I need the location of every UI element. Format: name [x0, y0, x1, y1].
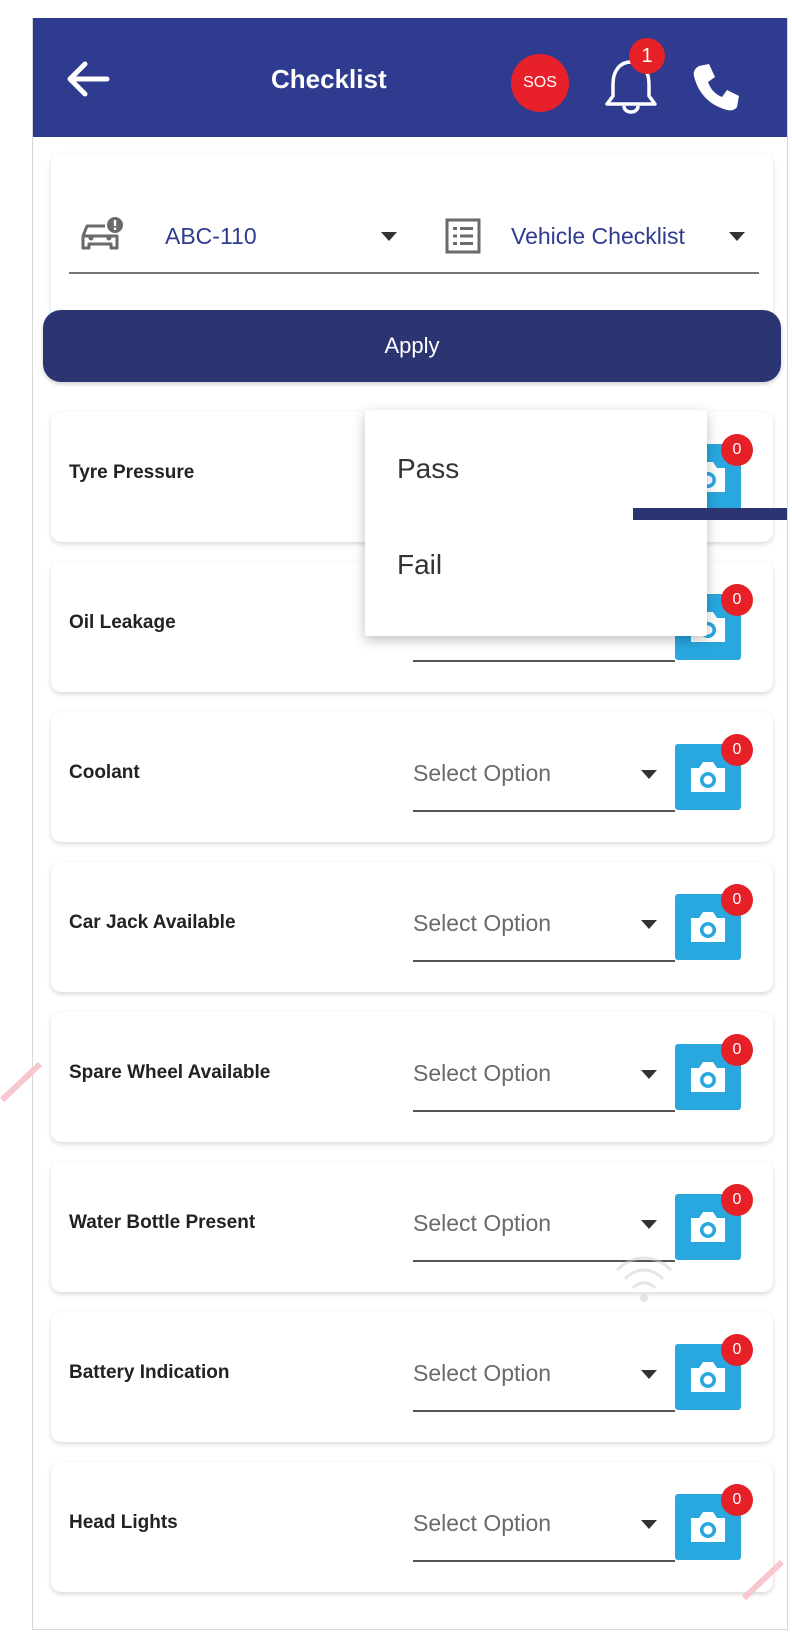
- checklist-row-spare-wheel: Spare Wheel Available Select Option 0: [51, 1012, 773, 1142]
- checklist-row-head-lights: Head Lights Select Option 0: [51, 1462, 773, 1592]
- option-select[interactable]: Select Option: [413, 1352, 677, 1412]
- checklist-row-coolant: Coolant Select Option 0: [51, 712, 773, 842]
- option-select-value: Select Option: [413, 1210, 552, 1236]
- photo-count-badge: 0: [721, 434, 753, 466]
- dropdown-arrow-icon: [641, 1370, 657, 1379]
- filter-divider: [69, 272, 759, 274]
- item-label: Water Bottle Present: [69, 1212, 256, 1233]
- photo-count-badge: 0: [721, 1184, 753, 1216]
- dropdown-arrow-icon: [641, 920, 657, 929]
- photo-count-badge: 0: [721, 884, 753, 916]
- option-select-value: Select Option: [413, 760, 552, 786]
- item-label: Spare Wheel Available: [69, 1062, 271, 1083]
- app-screen: Checklist SOS 1 ABC-110 Vehicle Checklis…: [32, 18, 788, 1630]
- wifi-icon: [609, 1248, 679, 1308]
- notification-count-badge: 1: [629, 38, 665, 74]
- checklist-row-battery: Battery Indication Select Option 0: [51, 1312, 773, 1442]
- page-title: Checklist: [271, 64, 387, 94]
- checklist-icon: [443, 216, 483, 256]
- select-underline: [413, 810, 675, 812]
- option-select-value: Select Option: [413, 910, 552, 936]
- menu-item-fail[interactable]: Fail: [365, 522, 707, 608]
- dropdown-arrow-icon: [641, 1220, 657, 1229]
- option-select-value: Select Option: [413, 1360, 552, 1386]
- photo-count-badge: 0: [721, 1334, 753, 1366]
- item-label: Coolant: [69, 762, 140, 783]
- option-select[interactable]: Select Option: [413, 1052, 677, 1112]
- photo-count-badge: 0: [721, 1034, 753, 1066]
- phone-icon[interactable]: [689, 60, 743, 114]
- select-underline: [413, 660, 675, 662]
- photo-count-badge: 0: [721, 734, 753, 766]
- option-dropdown-menu: Pass Fail: [365, 410, 707, 636]
- dropdown-arrow-icon: [641, 1070, 657, 1079]
- decorative-bar: [633, 508, 787, 520]
- item-label: Battery Indication: [69, 1362, 230, 1383]
- option-select[interactable]: Select Option: [413, 752, 677, 812]
- item-label: Tyre Pressure: [69, 462, 195, 483]
- vehicle-alert-icon: [79, 216, 125, 254]
- option-select-value: Select Option: [413, 1510, 552, 1536]
- watermark-mark: [0, 1061, 50, 1103]
- sos-button[interactable]: SOS: [511, 54, 569, 112]
- option-select[interactable]: Select Option: [413, 1502, 677, 1562]
- select-underline: [413, 960, 675, 962]
- vehicle-select-value[interactable]: ABC-110: [165, 220, 325, 252]
- vehicle-dropdown-arrow-icon[interactable]: [381, 232, 397, 241]
- back-arrow-icon[interactable]: [63, 54, 113, 104]
- option-select[interactable]: Select Option: [413, 902, 677, 962]
- item-label: Head Lights: [69, 1512, 178, 1533]
- checklist-dropdown-arrow-icon[interactable]: [729, 232, 745, 241]
- photo-count-badge: 0: [721, 584, 753, 616]
- option-select-value: Select Option: [413, 1060, 552, 1086]
- filter-card: ABC-110 Vehicle Checklist: [51, 154, 773, 318]
- select-underline: [413, 1410, 675, 1412]
- checklist-row-car-jack: Car Jack Available Select Option 0: [51, 862, 773, 992]
- menu-item-pass[interactable]: Pass: [365, 426, 707, 512]
- item-label: Car Jack Available: [69, 912, 236, 933]
- dropdown-arrow-icon: [641, 1520, 657, 1529]
- select-underline: [413, 1560, 675, 1562]
- select-underline: [413, 1110, 675, 1112]
- dropdown-arrow-icon: [641, 770, 657, 779]
- app-header: Checklist SOS 1: [33, 18, 787, 137]
- watermark-mark: [741, 1559, 792, 1601]
- item-label: Oil Leakage: [69, 612, 176, 633]
- photo-count-badge: 0: [721, 1484, 753, 1516]
- checklist-select-value[interactable]: Vehicle Checklist: [511, 220, 711, 252]
- apply-button[interactable]: Apply: [43, 310, 781, 382]
